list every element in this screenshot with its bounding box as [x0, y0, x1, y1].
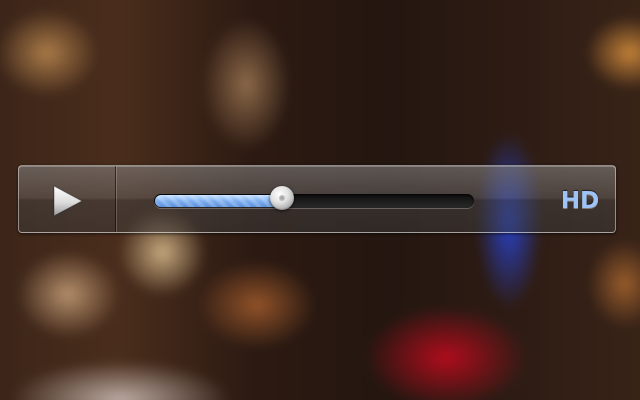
video-frame: HD: [0, 0, 640, 400]
play-icon: [53, 185, 83, 217]
play-button[interactable]: [19, 166, 116, 232]
seek-thumb[interactable]: [270, 186, 294, 210]
seek-bar[interactable]: [154, 194, 474, 208]
seek-progress-fill: [155, 195, 282, 207]
video-control-bar: HD: [18, 165, 616, 233]
hd-toggle-button[interactable]: HD: [557, 186, 603, 216]
